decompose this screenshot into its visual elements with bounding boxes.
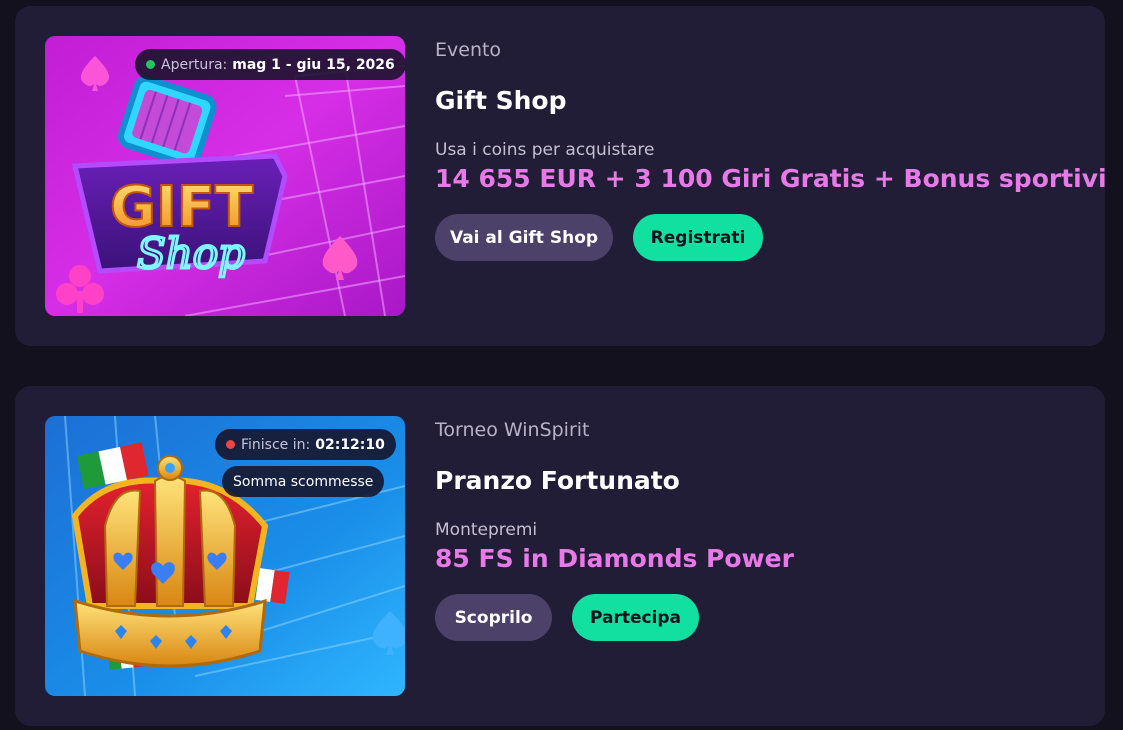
register-button[interactable]: Registrati <box>633 214 763 261</box>
promo-subtitle: Montepremi <box>435 520 538 540</box>
tournament-banner-image[interactable]: Finisce in: 02:12:10 Somma scommesse <box>45 416 405 696</box>
status-badge-countdown: Finisce in: 02:12:10 <box>215 429 396 460</box>
promo-prize: 14 655 EUR + 3 100 Giri Gratis + Bonus s… <box>435 164 1107 193</box>
discover-button[interactable]: Scoprilo <box>435 594 552 641</box>
shop-logo-text: Shop <box>137 229 245 278</box>
promo-title: Gift Shop <box>435 86 567 115</box>
promo-category: Torneo WinSpirit <box>435 419 590 441</box>
promo-category: Evento <box>435 39 502 61</box>
status-value: mag 1 - giu 15, 2026 <box>232 56 395 73</box>
status-label: Finisce in: <box>241 436 311 453</box>
status-badge-opening: Apertura: mag 1 - giu 15, 2026 <box>135 49 405 80</box>
promo-prize: 85 FS in Diamonds Power <box>435 544 794 573</box>
status-dot-green <box>146 60 155 69</box>
gift-shop-banner-image[interactable]: GIFT Shop Apertura: mag 1 - giu 15, 2026 <box>45 36 405 316</box>
participate-button[interactable]: Partecipa <box>572 594 699 641</box>
promo-card-gift-shop: GIFT Shop Apertura: mag 1 - giu 15, 2026… <box>15 6 1107 346</box>
status-label: Apertura: <box>161 56 228 73</box>
promo-title: Pranzo Fortunato <box>435 466 680 495</box>
tournament-type-badge: Somma scommesse <box>222 466 385 497</box>
promo-card-tournament: Finisce in: 02:12:10 Somma scommesse Tor… <box>15 386 1105 726</box>
countdown-value: 02:12:10 <box>315 436 385 453</box>
go-to-gift-shop-button[interactable]: Vai al Gift Shop <box>435 214 613 261</box>
status-dot-red <box>226 440 235 449</box>
tournament-type-label: Somma scommesse <box>233 473 374 490</box>
promo-subtitle: Usa i coins per acquistare <box>435 140 655 160</box>
